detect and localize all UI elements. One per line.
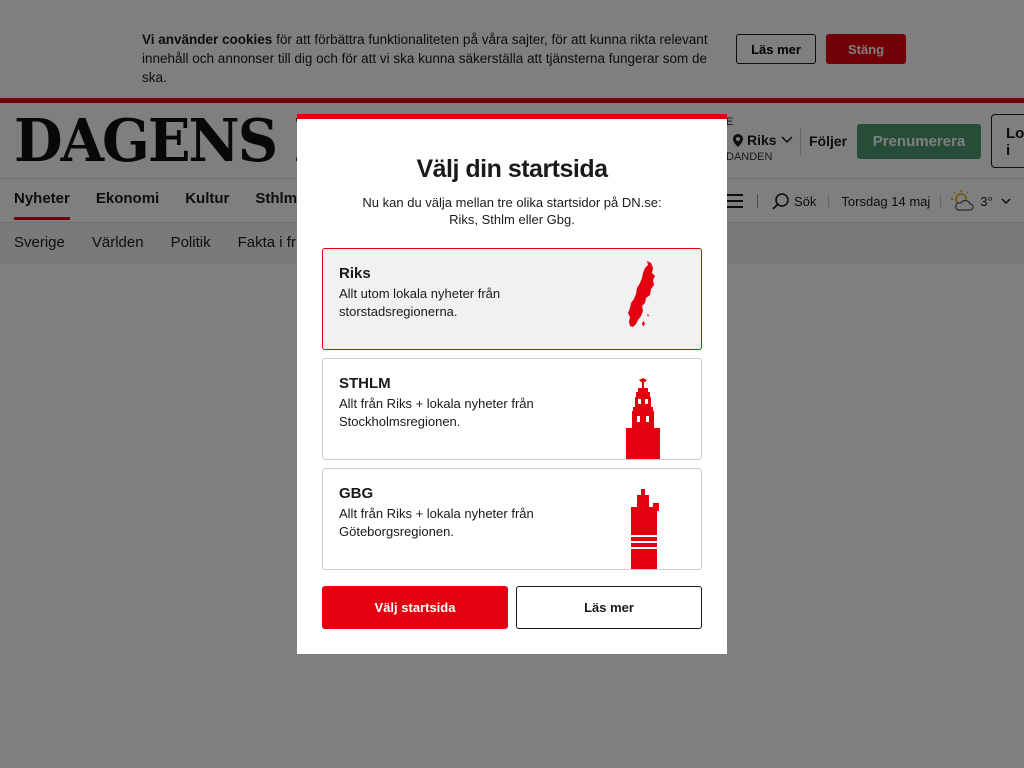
- gothenburg-building-icon: [631, 489, 659, 569]
- option-sthlm[interactable]: STHLM Allt från Riks + lokala nyheter fr…: [322, 358, 702, 460]
- option-title: Riks: [339, 265, 371, 282]
- sweden-map-icon: [628, 261, 655, 327]
- option-description: Allt från Riks + lokala nyheter från Sto…: [339, 396, 534, 429]
- option-gbg[interactable]: GBG Allt från Riks + lokala nyheter från…: [322, 468, 702, 570]
- read-more-button[interactable]: Läs mer: [516, 586, 702, 629]
- choose-startpage-button[interactable]: Välj startsida: [322, 586, 508, 629]
- option-title: STHLM: [339, 375, 391, 392]
- modal-description: Nu kan du välja mellan tre olika startsi…: [362, 195, 662, 227]
- modal-title: Välj din startsida: [416, 155, 608, 183]
- startpage-modal: Välj din startsida Nu kan du välja mella…: [297, 114, 727, 654]
- stockholm-city-hall-icon: [626, 378, 660, 459]
- option-title: GBG: [339, 485, 374, 502]
- option-riks[interactable]: Riks Allt utom lokala nyheter från stors…: [322, 248, 702, 350]
- option-description: Allt utom lokala nyheter från storstadsr…: [339, 286, 501, 319]
- option-description: Allt från Riks + lokala nyheter från Göt…: [339, 506, 534, 539]
